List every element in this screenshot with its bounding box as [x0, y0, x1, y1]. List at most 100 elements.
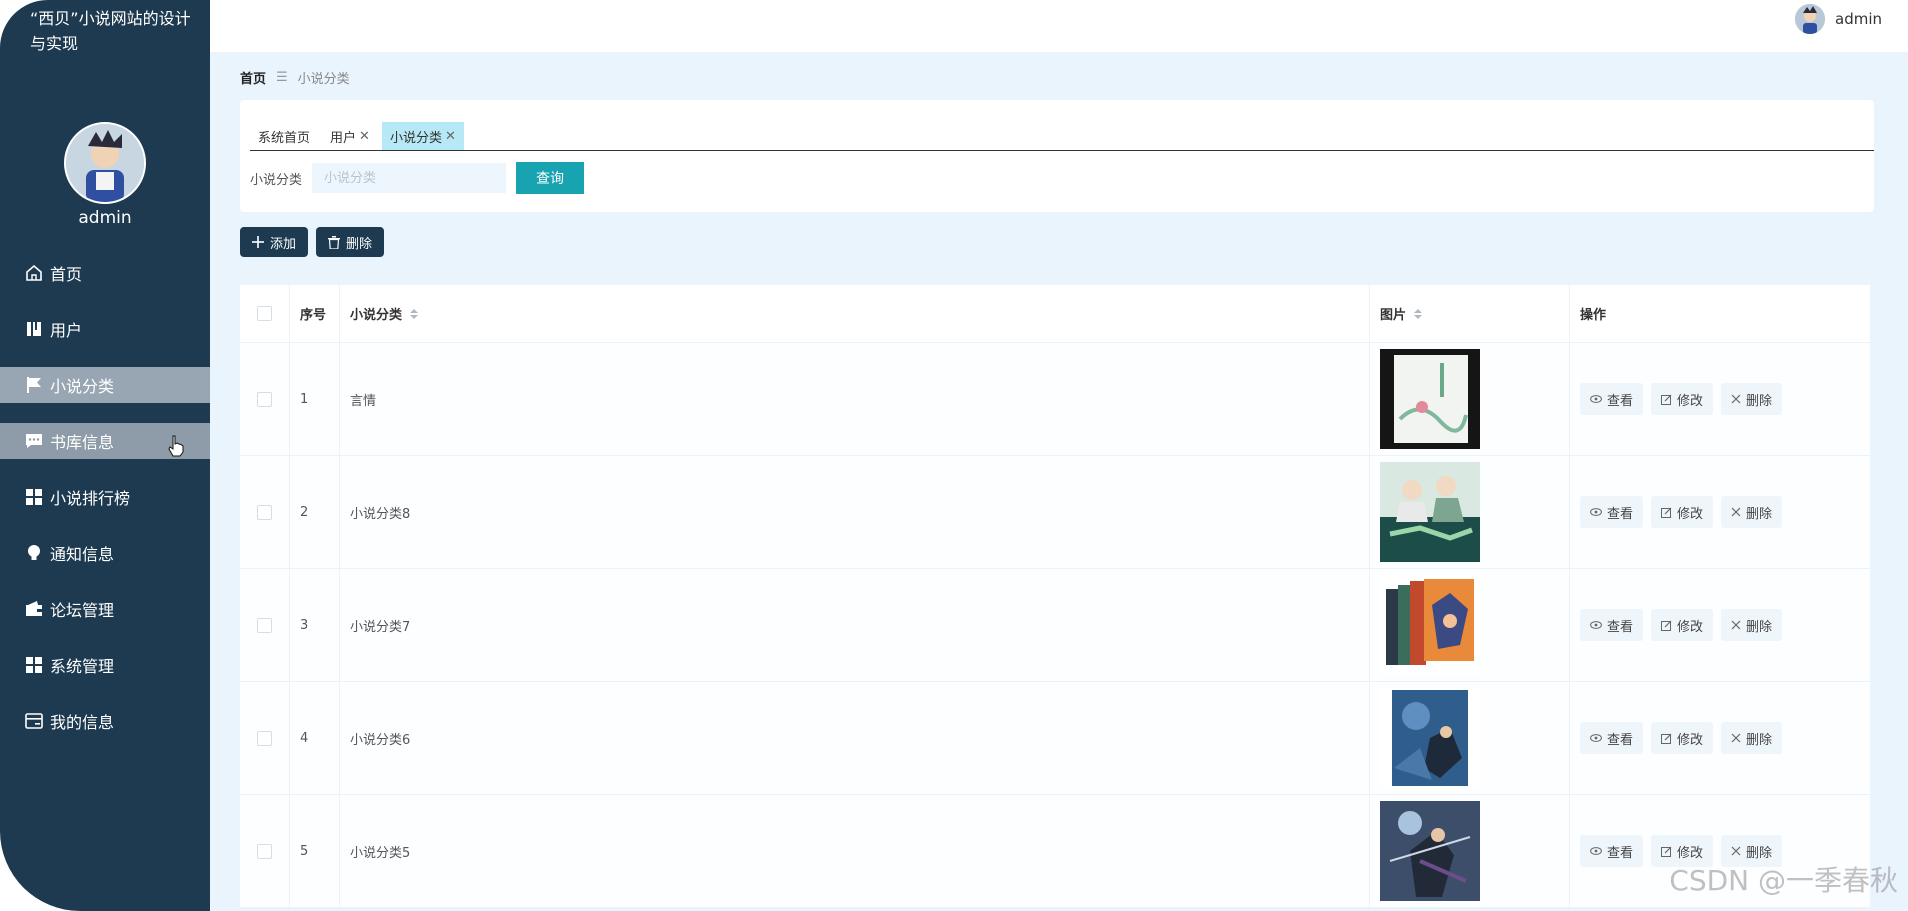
row-checkbox[interactable]: [257, 617, 272, 633]
tab-users[interactable]: 用户 ✕: [322, 122, 378, 150]
query-button[interactable]: 查询: [516, 162, 585, 194]
delete-label: 删除: [1746, 619, 1773, 635]
row-ops: 查看 修改 删除: [1570, 682, 1870, 794]
table-row: 1 言情 查看 修改 删除: [240, 343, 1870, 456]
top-avatar: [1795, 4, 1825, 34]
table-header: 序号 小说分类 图片 操作: [240, 285, 1870, 343]
close-icon: [1731, 394, 1741, 404]
row-name: 小说分类7: [340, 569, 1370, 681]
view-button[interactable]: 查看: [1580, 835, 1644, 867]
select-all-checkbox[interactable]: [257, 306, 272, 321]
row-checkbox[interactable]: [257, 843, 272, 859]
row-checkbox[interactable]: [257, 504, 272, 520]
top-user-menu[interactable]: admin: [1795, 4, 1882, 34]
trash-icon: [328, 235, 341, 249]
view-label: 查看: [1607, 393, 1634, 409]
row-index: 5: [290, 795, 340, 907]
action-bar: 添加 删除: [240, 227, 392, 257]
top-username: admin: [1835, 10, 1882, 28]
row-image-cell: [1370, 569, 1570, 681]
close-icon: [1731, 733, 1741, 743]
sidebar-item-library[interactable]: 书库信息: [0, 423, 210, 459]
avatar[interactable]: [64, 122, 146, 204]
sidebar-item-users[interactable]: 用户: [0, 311, 210, 347]
delete-row-button[interactable]: 删除: [1721, 722, 1783, 754]
table-row: 3 小说分类7 查看 修改 删除: [240, 569, 1870, 682]
sidebar-item-label: 通知信息: [50, 545, 115, 564]
cover-image[interactable]: [1380, 462, 1480, 562]
book-icon: [24, 319, 44, 339]
delete-label: 删除: [1746, 732, 1773, 748]
header-ops: 操作: [1580, 308, 1607, 323]
cover-image[interactable]: [1380, 688, 1480, 788]
header-image[interactable]: 图片: [1370, 285, 1570, 342]
sidebar-item-forum[interactable]: 论坛管理: [0, 591, 210, 627]
hand-cursor-icon: [168, 435, 184, 461]
cover-image[interactable]: [1380, 801, 1480, 901]
row-name: 小说分类6: [340, 682, 1370, 794]
breadcrumb-current: 小说分类: [297, 72, 350, 87]
sidebar-item-label: 用户: [50, 321, 83, 340]
close-icon[interactable]: ✕: [445, 129, 456, 144]
close-icon[interactable]: ✕: [359, 129, 370, 144]
wallet-icon: [24, 599, 44, 619]
grid-icon: [24, 487, 44, 507]
sort-icon[interactable]: [410, 308, 419, 319]
breadcrumb-home[interactable]: 首页: [240, 68, 266, 87]
delete-row-button[interactable]: 删除: [1721, 609, 1783, 641]
view-button[interactable]: 查看: [1580, 496, 1644, 528]
cover-image[interactable]: [1380, 349, 1480, 449]
view-button[interactable]: 查看: [1580, 722, 1644, 754]
view-label: 查看: [1607, 845, 1634, 861]
tab-dashboard[interactable]: 系统首页: [250, 122, 318, 150]
search-input[interactable]: [312, 163, 507, 193]
edit-icon: [1661, 507, 1672, 518]
close-icon: [1731, 620, 1741, 630]
close-icon: [1731, 846, 1741, 856]
sidebar-item-profile[interactable]: 我的信息: [0, 703, 210, 739]
site-title: “西贝”小说网站的设计与实现: [30, 9, 191, 53]
add-button[interactable]: 添加: [240, 227, 309, 257]
view-button[interactable]: 查看: [1580, 609, 1644, 641]
edit-button[interactable]: 修改: [1651, 383, 1714, 415]
edit-icon: [1661, 733, 1672, 744]
edit-icon: [1661, 620, 1672, 631]
tab-label: 小说分类: [389, 130, 442, 146]
sidebar-item-ranking[interactable]: 小说排行榜: [0, 479, 210, 515]
sort-icon[interactable]: [1414, 308, 1423, 319]
edit-button[interactable]: 修改: [1651, 722, 1714, 754]
edit-label: 修改: [1677, 393, 1704, 409]
delete-row-button[interactable]: 删除: [1721, 496, 1783, 528]
table-row: 5 小说分类5 查看 修改 删除: [240, 795, 1870, 908]
view-label: 查看: [1607, 506, 1634, 522]
row-select-cell: [240, 795, 290, 907]
header-name[interactable]: 小说分类: [340, 285, 1370, 342]
sidebar-item-label: 书库信息: [50, 433, 115, 452]
eye-icon: [1590, 621, 1602, 629]
row-select-cell: [240, 682, 290, 794]
avatar-image: [66, 124, 144, 202]
tab-category[interactable]: 小说分类 ✕: [381, 122, 464, 150]
view-label: 查看: [1607, 732, 1634, 748]
flag-icon: [24, 375, 44, 395]
delete-button[interactable]: 删除: [316, 227, 385, 257]
sidebar-item-label: 我的信息: [50, 713, 115, 732]
delete-row-button[interactable]: 删除: [1721, 383, 1783, 415]
sidebar-item-label: 首页: [50, 265, 83, 284]
sidebar-item-notice[interactable]: 通知信息: [0, 535, 210, 571]
sidebar-item-label: 小说分类: [50, 377, 115, 396]
row-checkbox[interactable]: [257, 391, 272, 407]
edit-button[interactable]: 修改: [1651, 609, 1714, 641]
sidebar-item-category[interactable]: 小说分类: [0, 367, 210, 403]
sidebar-username: admin: [78, 208, 132, 228]
home-icon: [24, 263, 44, 283]
view-button[interactable]: 查看: [1580, 383, 1644, 415]
row-name: 小说分类8: [340, 456, 1370, 568]
sidebar-item-home[interactable]: 首页: [0, 255, 210, 291]
edit-label: 修改: [1677, 619, 1704, 635]
row-image-cell: [1370, 682, 1570, 794]
cover-image[interactable]: [1380, 575, 1480, 675]
sidebar-item-system[interactable]: 系统管理: [0, 647, 210, 683]
edit-button[interactable]: 修改: [1651, 496, 1714, 528]
row-checkbox[interactable]: [257, 730, 272, 746]
